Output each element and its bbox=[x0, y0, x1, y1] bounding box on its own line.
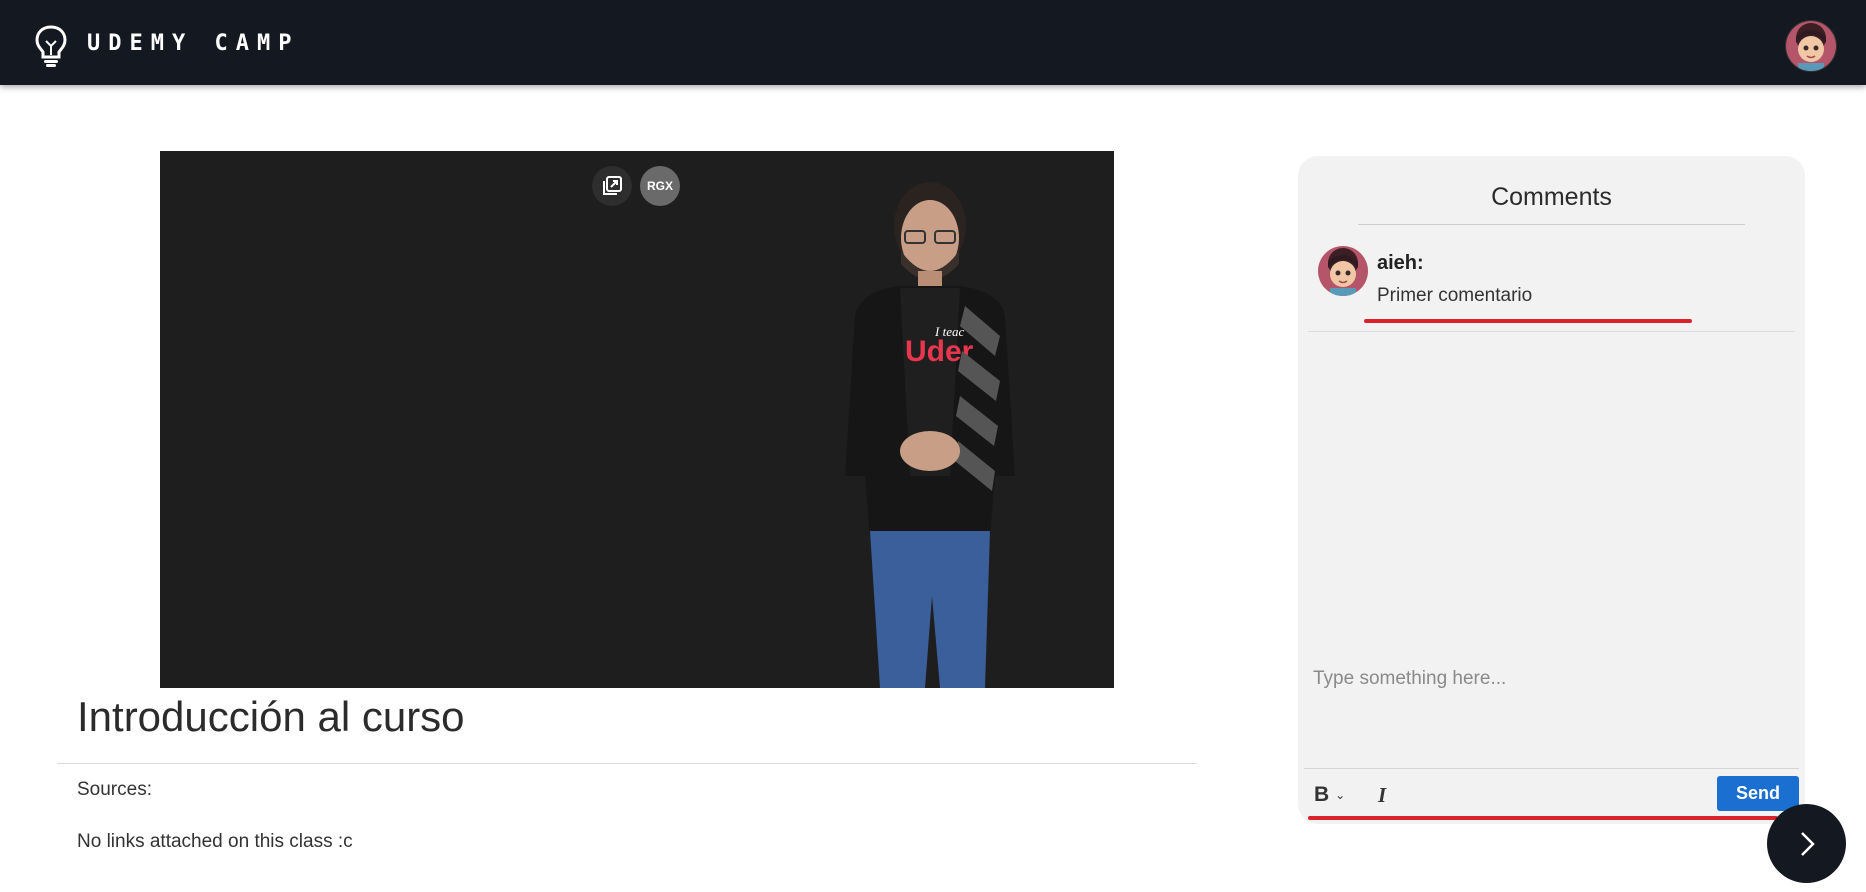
class-title: Introducción al curso bbox=[77, 693, 465, 740]
bold-icon: B bbox=[1314, 783, 1330, 806]
no-links-text: No links attached on this class :c bbox=[77, 831, 353, 852]
user-avatar[interactable] bbox=[1785, 20, 1837, 72]
popout-icon bbox=[603, 176, 622, 195]
comment-input[interactable]: Type something here... bbox=[1313, 668, 1506, 690]
comment-highlight-underline bbox=[1364, 319, 1692, 323]
popout-button[interactable] bbox=[592, 166, 632, 206]
italic-button[interactable]: I bbox=[1378, 780, 1386, 810]
comments-panel: Comments aieh: Primer comentario Type so… bbox=[1298, 156, 1805, 824]
sources-label: Sources: bbox=[77, 779, 152, 800]
comment-username: aieh: bbox=[1377, 252, 1424, 274]
title-divider bbox=[57, 763, 1197, 764]
next-class-button[interactable] bbox=[1767, 804, 1846, 883]
comment-text: Primer comentario bbox=[1377, 285, 1533, 306]
bold-button[interactable]: B ⌄ bbox=[1314, 780, 1345, 810]
top-navbar: UDEMY CAMP bbox=[0, 0, 1866, 85]
comment-separator bbox=[1308, 331, 1795, 332]
chevron-right-icon bbox=[1800, 831, 1815, 856]
svg-text:I teac: I teac bbox=[934, 324, 964, 339]
comment-avatar bbox=[1318, 246, 1368, 296]
comments-title: Comments bbox=[1491, 183, 1612, 211]
chevron-down-icon: ⌄ bbox=[1335, 788, 1346, 802]
comments-title-divider bbox=[1358, 224, 1745, 225]
video-player[interactable]: RGX Uder I teac bbox=[160, 151, 1114, 688]
editor-toolbar-divider bbox=[1304, 768, 1799, 769]
send-button[interactable]: Send bbox=[1717, 776, 1799, 811]
editor-highlight-underline bbox=[1308, 816, 1778, 820]
brand-name[interactable]: UDEMY CAMP bbox=[87, 31, 299, 56]
rgx-button[interactable]: RGX bbox=[640, 166, 680, 206]
lightbulb-icon[interactable] bbox=[34, 24, 68, 68]
presenter-figure: Uder I teac bbox=[845, 182, 1015, 688]
